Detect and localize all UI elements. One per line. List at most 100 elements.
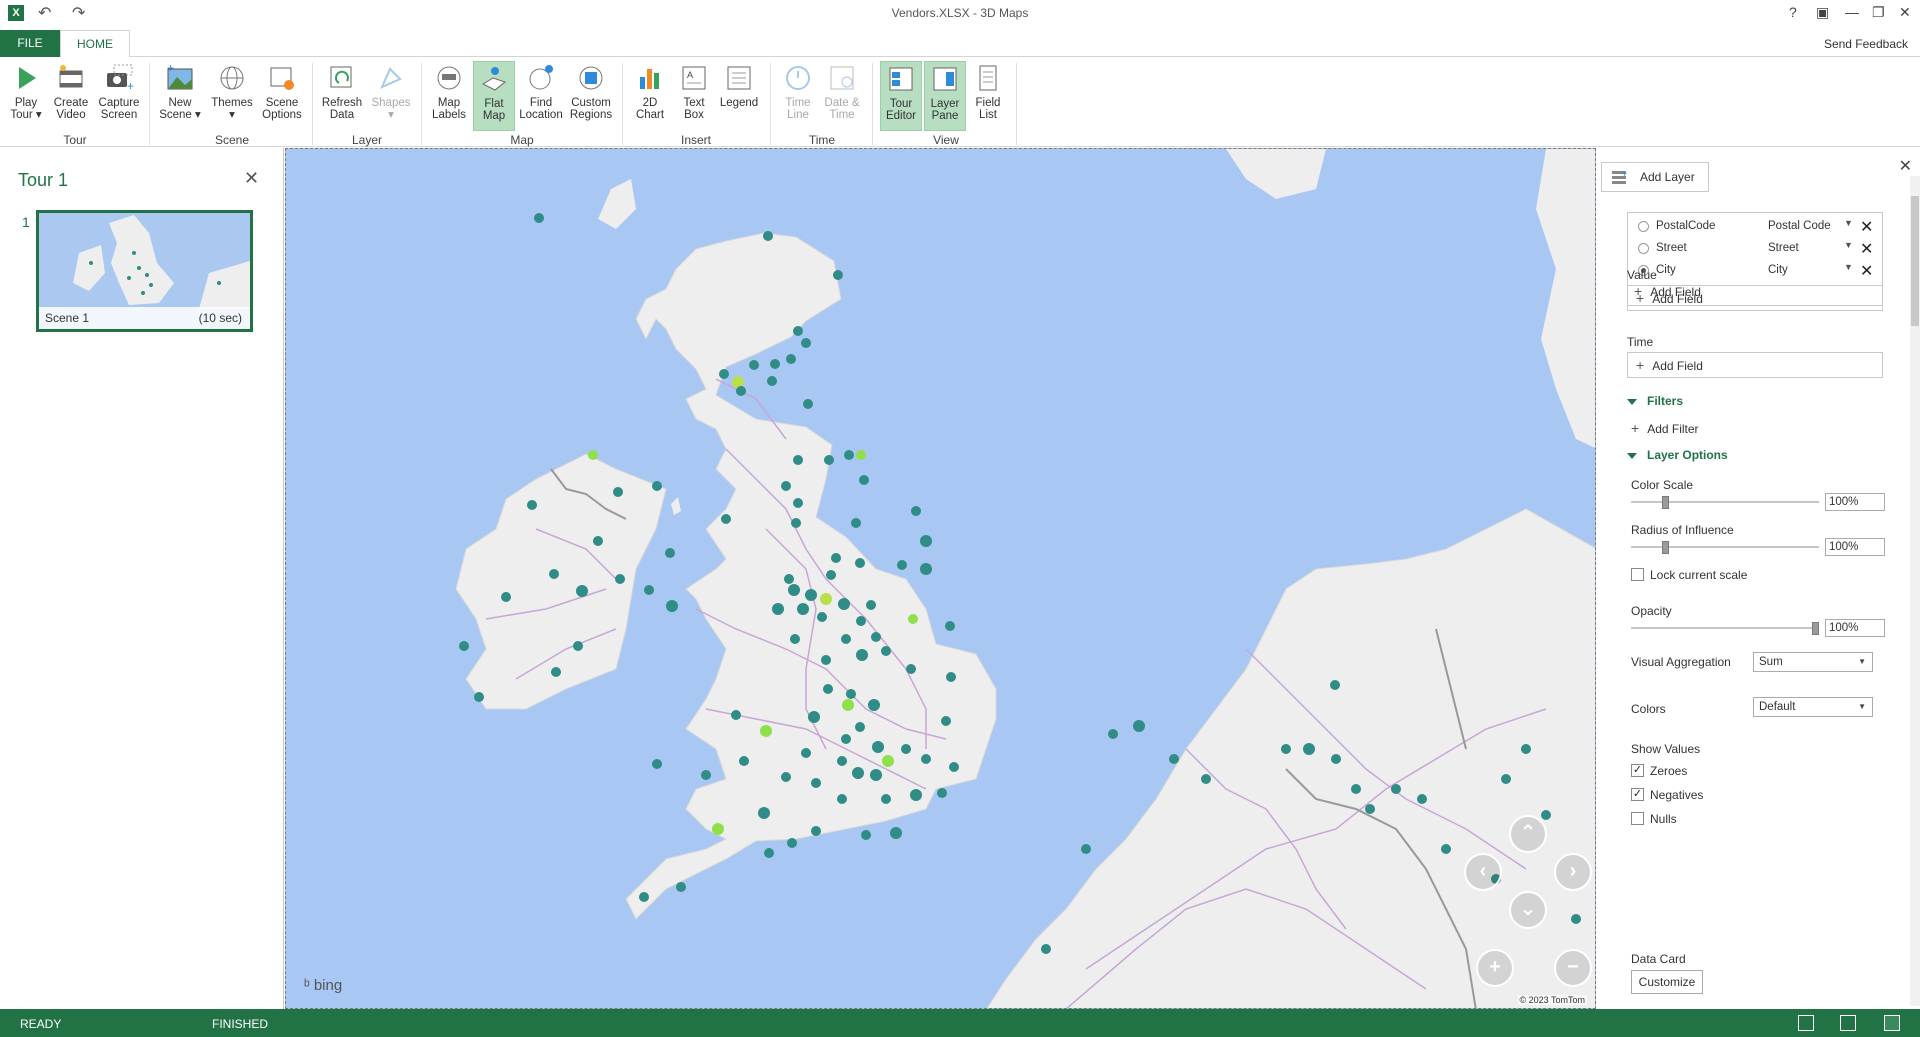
time-add-field[interactable]: + Add Field xyxy=(1627,352,1883,378)
layer-pane-scrollbar[interactable] xyxy=(1910,176,1920,1006)
refresh-data-button[interactable]: Refresh Data xyxy=(320,61,364,131)
close-window-icon[interactable]: ✕ xyxy=(1899,4,1911,21)
tilt-up-button[interactable]: ⌃ xyxy=(1509,815,1547,853)
remove-field-icon[interactable]: ✕ xyxy=(1860,261,1873,281)
data-point xyxy=(871,632,881,642)
camera-icon: + xyxy=(107,64,134,93)
date-time-button[interactable]: Date & Time xyxy=(820,61,864,131)
fit-view-icon[interactable] xyxy=(1840,1015,1856,1031)
legend-button[interactable]: Legend xyxy=(716,61,762,131)
scene-caption: Scene 1 (10 sec) xyxy=(39,307,250,329)
tab-home[interactable]: HOME xyxy=(60,30,130,58)
fullscreen-icon[interactable] xyxy=(1884,1015,1900,1031)
zoom-in-button[interactable]: + xyxy=(1476,949,1514,987)
checkbox-checked[interactable]: ✓ xyxy=(1631,788,1644,802)
tour-editor-button[interactable]: Tour Editor xyxy=(880,61,922,131)
add-layer-button[interactable]: + Add Layer xyxy=(1601,162,1709,192)
scene-options-button[interactable]: Scene Options xyxy=(259,61,305,131)
data-point xyxy=(949,762,959,772)
layer-pane-button[interactable]: Layer Pane xyxy=(924,61,966,131)
rotate-right-button[interactable]: › xyxy=(1554,853,1592,891)
custom-regions-button[interactable]: Custom Regions xyxy=(567,61,615,131)
close-tour-panel-icon[interactable]: ✕ xyxy=(244,168,259,189)
data-point xyxy=(837,756,847,766)
tour-title[interactable]: Tour 1 xyxy=(18,170,68,191)
create-video-button[interactable]: Create Video xyxy=(50,61,92,131)
help-icon[interactable]: ? xyxy=(1789,4,1797,20)
chevron-down-icon[interactable]: ▼ xyxy=(1844,240,1853,250)
geo-row-city[interactable]: City City ▼ ✕ xyxy=(1628,261,1882,283)
text-box-button[interactable]: A Text Box xyxy=(674,61,714,131)
geo-field-type[interactable]: Postal Code xyxy=(1768,220,1831,232)
zeroes-checkbox[interactable]: ✓ Zeroes xyxy=(1631,764,1687,780)
lock-scale-label: Lock current scale xyxy=(1650,568,1748,582)
data-point xyxy=(837,794,847,804)
minimize-icon[interactable]: — xyxy=(1845,4,1859,20)
layer-options-header[interactable]: Layer Options xyxy=(1627,448,1728,462)
play-tour-button[interactable]: Play Tour ▾ xyxy=(6,61,46,131)
map-labels-icon xyxy=(437,66,461,90)
scene-options-label-2: Options xyxy=(262,109,302,121)
scandinavia-landmass xyxy=(1536,149,1595,449)
color-scale-value[interactable]: 100% xyxy=(1825,493,1885,511)
chart-2d-button[interactable]: 2D Chart xyxy=(630,61,670,131)
layer-view-icon[interactable] xyxy=(1798,1015,1814,1031)
filters-header[interactable]: Filters xyxy=(1627,394,1683,408)
lock-scale-checkbox[interactable]: Lock current scale xyxy=(1631,568,1747,584)
restore-icon[interactable]: ❐ xyxy=(1872,4,1885,21)
visual-aggregation-select[interactable]: Sum ▼ xyxy=(1753,652,1873,672)
geo-row-postalcode[interactable]: PostalCode Postal Code ▼ ✕ xyxy=(1628,217,1882,239)
shapes-button[interactable]: Shapes ▾ xyxy=(368,61,414,131)
close-layer-pane-icon[interactable]: ✕ xyxy=(1899,156,1912,176)
map-labels-button[interactable]: Map Labels xyxy=(428,61,470,131)
customize-button[interactable]: Customize xyxy=(1631,970,1703,994)
opacity-value[interactable]: 100% xyxy=(1825,619,1885,637)
scene-name: Scene 1 xyxy=(45,311,90,325)
data-point xyxy=(758,807,770,819)
data-point xyxy=(824,455,834,465)
value-add-field[interactable]: + Add Field xyxy=(1627,285,1883,311)
capture-screen-button[interactable]: + Capture Screen xyxy=(95,61,143,131)
tab-file[interactable]: FILE xyxy=(0,30,60,57)
new-scene-button[interactable]: + New Scene ▾ xyxy=(158,61,202,131)
field-list-button[interactable]: Field List xyxy=(968,61,1008,131)
find-location-button[interactable]: Find Location xyxy=(517,61,565,131)
checkbox[interactable] xyxy=(1631,812,1644,826)
tilt-down-button[interactable]: ⌄ xyxy=(1509,891,1547,929)
opacity-slider[interactable] xyxy=(1631,622,1819,635)
slider-thumb[interactable] xyxy=(1661,496,1669,509)
colors-select[interactable]: Default ▼ xyxy=(1753,697,1873,717)
text-box-label-1: Text xyxy=(683,97,705,109)
chevron-down-icon[interactable]: ▼ xyxy=(1844,218,1853,228)
geo-field-type[interactable]: City xyxy=(1768,264,1788,276)
remove-field-icon[interactable]: ✕ xyxy=(1860,239,1873,259)
group-label-insert: Insert xyxy=(680,133,711,147)
time-line-button[interactable]: Time Line xyxy=(778,61,818,131)
geo-row-street[interactable]: Street Street ▼ ✕ xyxy=(1628,239,1882,261)
flat-map-button[interactable]: Flat Map xyxy=(473,61,515,131)
play-icon xyxy=(19,67,36,89)
nulls-checkbox[interactable]: Nulls xyxy=(1631,812,1677,828)
checkbox-checked[interactable]: ✓ xyxy=(1631,764,1644,778)
color-scale-slider[interactable] xyxy=(1631,496,1819,509)
rotate-left-button[interactable]: ‹ xyxy=(1464,853,1502,891)
scrollbar-thumb[interactable] xyxy=(1911,196,1919,326)
radius-slider[interactable] xyxy=(1631,541,1819,554)
zoom-out-button[interactable]: − xyxy=(1554,949,1592,987)
geo-field-type[interactable]: Street xyxy=(1768,242,1799,254)
geo-radio[interactable] xyxy=(1638,221,1649,232)
ribbon-display-icon[interactable]: ▣ xyxy=(1816,4,1829,21)
radius-value[interactable]: 100% xyxy=(1825,538,1885,556)
send-feedback-link[interactable]: Send Feedback xyxy=(1824,37,1908,51)
slider-thumb[interactable] xyxy=(1661,541,1669,554)
scene-thumbnail[interactable]: Scene 1 (10 sec) xyxy=(36,210,253,332)
geo-radio[interactable] xyxy=(1638,243,1649,254)
checkbox[interactable] xyxy=(1631,568,1644,582)
slider-thumb[interactable] xyxy=(1812,622,1819,635)
add-filter-button[interactable]: + Add Filter xyxy=(1631,420,1699,436)
themes-button[interactable]: Themes ▾ xyxy=(210,61,254,131)
negatives-checkbox[interactable]: ✓ Negatives xyxy=(1631,788,1703,804)
map-canvas[interactable]: ᵇ bing © 2023 TomTom ⌃ ‹ › ⌄ + − xyxy=(285,148,1596,1009)
remove-field-icon[interactable]: ✕ xyxy=(1860,217,1873,237)
chevron-down-icon[interactable]: ▼ xyxy=(1844,262,1853,272)
